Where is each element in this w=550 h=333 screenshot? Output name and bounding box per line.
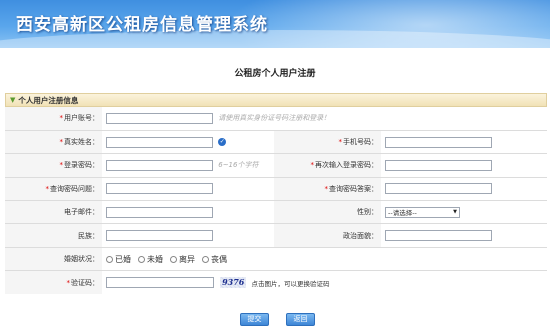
security-question-label: 查询密码问题：	[50, 184, 99, 193]
radio-label: 离异	[179, 254, 195, 264]
registration-form: *用户账号： 请使用真实身份证号码注册和登录！ *真实姓名： ✓ *手机号码： …	[5, 107, 547, 295]
email-value-cell	[102, 200, 274, 225]
email-label-cell: 电子邮件：	[5, 200, 102, 225]
captcha-label: 验证码：	[71, 278, 99, 287]
page-title: 公租房个人用户注册	[234, 69, 316, 79]
password-label-cell: *登录密码：	[5, 153, 102, 178]
form-row-captcha: *验证码： 9376 点击图片，可以更换验证码	[5, 270, 547, 295]
radio-label: 已婚	[115, 254, 131, 264]
radio-widowed[interactable]: 丧偶	[202, 254, 227, 265]
political-status-label-cell: 政治面貌：	[274, 223, 381, 248]
account-label: 用户账号：	[64, 114, 99, 123]
security-question-label-cell: *查询密码问题：	[5, 177, 102, 202]
gender-select-value: --请选择--	[388, 209, 417, 218]
security-answer-input[interactable]	[385, 183, 492, 195]
marital-status-label-cell: 婚姻状况：	[5, 247, 102, 272]
ethnicity-label: 民族：	[78, 231, 99, 240]
section-marker-icon: ▼	[10, 96, 16, 104]
radio-married[interactable]: 已婚	[106, 254, 131, 265]
real-name-value-cell: ✓	[102, 130, 274, 155]
security-answer-label-cell: *查询密码答案：	[274, 177, 381, 202]
form-row-name-mobile: *真实姓名： ✓ *手机号码：	[5, 130, 547, 155]
app-title: 西安高新区公租房信息管理系统	[16, 15, 268, 35]
ethnicity-input[interactable]	[106, 230, 213, 242]
mobile-label: 手机号码：	[343, 138, 378, 147]
radio-circle[interactable]	[106, 255, 113, 263]
radio-unmarried[interactable]: 未婚	[138, 254, 163, 265]
password-confirm-input[interactable]	[385, 159, 492, 171]
radio-circle[interactable]	[170, 255, 177, 263]
captcha-input[interactable]	[106, 277, 214, 289]
radio-label: 未婚	[147, 254, 163, 264]
captcha-value-cell: 9376 点击图片，可以更换验证码	[102, 271, 547, 294]
form-row-password: *登录密码： 6~16个字符 *再次输入登录密码：	[5, 153, 547, 178]
form-row-marital: 婚姻状况： 已婚 未婚 离异 丧偶	[5, 247, 547, 272]
password-confirm-value-cell	[381, 153, 547, 178]
captcha-hint: 点击图片，可以更换验证码	[251, 279, 330, 288]
political-status-input[interactable]	[385, 230, 492, 242]
password-label: 登录密码：	[64, 161, 99, 170]
gender-label: 性别：	[357, 208, 378, 217]
form-row-email-gender: 电子邮件： 性别： --请选择-- ▼	[5, 200, 547, 225]
dropdown-arrow-icon: ▼	[453, 209, 457, 216]
section-header: ▼ 个人用户注册信息	[5, 93, 547, 107]
account-input[interactable]	[106, 112, 213, 124]
ethnicity-label-cell: 民族：	[5, 223, 102, 248]
security-answer-value-cell	[381, 177, 547, 202]
captcha-image[interactable]: 9376	[220, 277, 247, 289]
security-question-value-cell	[102, 177, 274, 202]
verified-check-icon: ✓	[218, 138, 227, 147]
password-hint: 6~16个字符	[218, 161, 259, 170]
form-actions: 提交 返回	[0, 313, 550, 327]
email-input[interactable]	[106, 206, 213, 218]
account-hint: 请使用真实身份证号码注册和登录！	[218, 114, 331, 123]
password-confirm-label: 再次输入登录密码：	[315, 161, 378, 170]
security-question-input[interactable]	[106, 183, 213, 195]
marital-status-radio-group: 已婚 未婚 离异 丧偶	[106, 254, 227, 265]
real-name-label: 真实姓名：	[64, 138, 99, 147]
ethnicity-value-cell	[102, 223, 274, 248]
mobile-label-cell: *手机号码：	[274, 130, 381, 155]
mobile-input[interactable]	[385, 136, 492, 148]
back-button[interactable]: 返回	[286, 313, 315, 326]
security-answer-label: 查询密码答案：	[329, 184, 378, 193]
form-row-ethnicity-political: 民族： 政治面貌：	[5, 223, 547, 248]
radio-circle[interactable]	[202, 255, 209, 263]
captcha-label-cell: *验证码：	[5, 270, 102, 295]
header-banner: 西安高新区公租房信息管理系统	[0, 0, 550, 48]
marital-status-label: 婚姻状况：	[64, 255, 99, 264]
real-name-input[interactable]	[106, 136, 213, 148]
radio-label: 丧偶	[211, 254, 227, 264]
radio-circle[interactable]	[138, 255, 145, 263]
section-title: 个人用户注册信息	[18, 95, 79, 105]
account-label-cell: *用户账号：	[5, 107, 102, 131]
gender-select[interactable]: --请选择-- ▼	[385, 206, 460, 218]
password-confirm-label-cell: *再次输入登录密码：	[274, 153, 381, 178]
mobile-value-cell	[381, 130, 547, 155]
political-status-label: 政治面貌：	[343, 231, 378, 240]
password-value-cell: 6~16个字符	[102, 153, 274, 178]
form-row-security: *查询密码问题： *查询密码答案：	[5, 177, 547, 202]
password-input[interactable]	[106, 159, 213, 171]
email-label: 电子邮件：	[64, 208, 99, 217]
radio-divorced[interactable]: 离异	[170, 254, 195, 265]
submit-button[interactable]: 提交	[240, 313, 269, 326]
account-value-cell: 请使用真实身份证号码注册和登录！	[102, 107, 547, 131]
political-status-value-cell	[381, 223, 547, 248]
marital-status-value-cell: 已婚 未婚 离异 丧偶	[102, 247, 547, 272]
real-name-label-cell: *真实姓名：	[5, 130, 102, 155]
form-row-account: *用户账号： 请使用真实身份证号码注册和登录！	[5, 107, 547, 131]
gender-label-cell: 性别：	[274, 200, 381, 225]
gender-value-cell: --请选择-- ▼	[381, 200, 547, 225]
